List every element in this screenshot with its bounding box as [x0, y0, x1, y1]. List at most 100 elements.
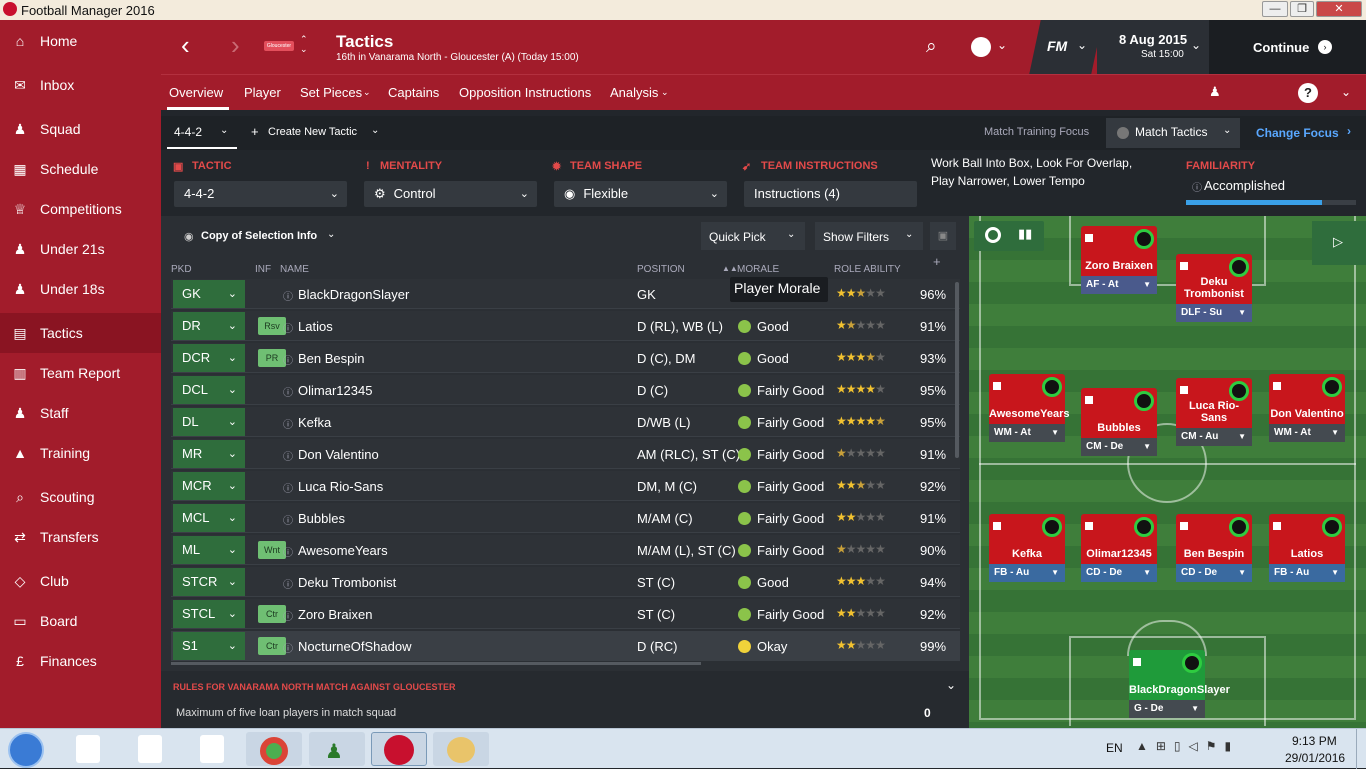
info-icon[interactable]: ⓘ: [283, 448, 293, 463]
rules-collapse-icon[interactable]: ⌄: [946, 678, 956, 692]
search-icon[interactable]: ⌕: [926, 36, 937, 58]
info-icon[interactable]: ⓘ: [283, 480, 293, 495]
player-card[interactable]: Don Valentino WM - At ▼: [1269, 374, 1345, 442]
role-select[interactable]: G - De ▼: [1129, 700, 1205, 718]
pitch-view-icon[interactable]: [985, 227, 1001, 243]
role-select[interactable]: CM - Au ▼: [1176, 428, 1252, 446]
tab-captains[interactable]: Captains: [388, 85, 439, 100]
view-select[interactable]: Copy of Selection Info: [201, 230, 317, 242]
tab-opposition-instructions[interactable]: Opposition Instructions: [459, 85, 591, 100]
player-card[interactable]: Bubbles CM - De ▼: [1081, 388, 1157, 456]
sidebar-item-staff[interactable]: ♟ Staff: [0, 393, 161, 433]
player-name[interactable]: Kefka: [298, 415, 331, 430]
col-morale[interactable]: MORALE: [737, 264, 779, 275]
col-inf[interactable]: INF: [255, 264, 271, 275]
col-pkd[interactable]: PKD: [171, 264, 192, 275]
player-name[interactable]: Luca Rio-Sans: [298, 479, 383, 494]
role-select[interactable]: FB - Au ▼: [1269, 564, 1345, 582]
help-icon[interactable]: ?: [1298, 83, 1318, 103]
player-name[interactable]: AwesomeYears: [298, 543, 388, 558]
pkd-select[interactable]: DCL ⌄: [173, 376, 245, 404]
col-role-ability[interactable]: ROLE ABILITY: [834, 264, 901, 275]
sidebar-item-competitions[interactable]: ♕ Competitions: [0, 189, 161, 229]
player-name[interactable]: Deku Trombonist: [298, 575, 396, 590]
player-card[interactable]: Deku Trombonist DLF - Su ▼: [1176, 254, 1252, 322]
document-icon[interactable]: [76, 735, 100, 763]
show-desktop-button[interactable]: [1356, 729, 1366, 769]
document-icon[interactable]: [200, 735, 224, 763]
player-name[interactable]: Bubbles: [298, 511, 345, 526]
player-card[interactable]: Latios FB - Au ▼: [1269, 514, 1345, 582]
tab-set-pieces[interactable]: Set Pieces: [300, 85, 362, 100]
sidebar-item-club[interactable]: ◇ Club: [0, 561, 161, 601]
table-row[interactable]: MR ⌄ ⓘ Don Valentino AM (RLC), ST (C) Fairly …: [171, 439, 960, 469]
tactic-select[interactable]: 4-4-2 ⌄: [174, 181, 347, 207]
player-card[interactable]: Ben Bespin CD - De ▼: [1176, 514, 1252, 582]
start-button[interactable]: [8, 732, 44, 768]
table-row[interactable]: STCR ⌄ ⓘ Deku Trombonist ST (C) Good ★★★★★ 94%: [171, 567, 960, 597]
pkd-select[interactable]: DCR ⌄: [173, 344, 245, 372]
info-icon[interactable]: ⓘ: [283, 416, 293, 431]
sidebar-item-training[interactable]: ▲ Training: [0, 433, 161, 473]
info-icon[interactable]: ⓘ: [283, 576, 293, 591]
tray-icons[interactable]: ▲⊞▯◁⚑▮: [1136, 739, 1239, 753]
role-select[interactable]: AF - At ▼: [1081, 276, 1157, 294]
clock-date[interactable]: 29/01/2016: [1285, 751, 1345, 765]
sidebar-item-tactics[interactable]: ▤ Tactics: [0, 313, 161, 353]
stats-view-icon[interactable]: ▮▮: [1018, 226, 1032, 242]
player-card[interactable]: BlackDragonSlayer G - De ▼: [1129, 650, 1230, 718]
info-icon[interactable]: ⓘ: [283, 320, 293, 335]
role-select[interactable]: CM - De ▼: [1081, 438, 1157, 456]
player-name[interactable]: Latios: [298, 319, 333, 334]
role-select[interactable]: CD - De ▼: [1081, 564, 1157, 582]
back-arrow-icon[interactable]: ‹: [181, 32, 190, 58]
table-row[interactable]: STCL ⌄ Ctr ⓘ Zoro Braixen ST (C) Fairly Good ★★…: [171, 599, 960, 629]
create-tactic-button[interactable]: Create New Tactic: [268, 126, 357, 138]
language-indicator[interactable]: EN: [1106, 741, 1123, 755]
list-scrollbar[interactable]: [955, 282, 959, 458]
player-card[interactable]: Kefka FB - Au ▼: [989, 514, 1065, 582]
info-icon[interactable]: ⓘ: [283, 512, 293, 527]
sidebar-item-finances[interactable]: £ Finances: [0, 641, 161, 681]
maximize-button[interactable]: ❐: [1290, 1, 1314, 17]
table-row[interactable]: MCL ⌄ ⓘ Bubbles M/AM (C) Fairly Good ★★★★★ 91%: [171, 503, 960, 533]
info-icon[interactable]: ⓘ: [283, 288, 293, 303]
tab-analysis[interactable]: Analysis: [610, 85, 658, 100]
player-name[interactable]: Olimar12345: [298, 383, 372, 398]
team-instructions-button[interactable]: Instructions (4): [744, 181, 917, 207]
player-card[interactable]: AwesomeYears WM - At ▼: [989, 374, 1070, 442]
col-position[interactable]: POSITION: [637, 264, 685, 275]
role-select[interactable]: FB - Au ▼: [989, 564, 1065, 582]
player-name[interactable]: Ben Bespin: [298, 351, 365, 366]
add-column-icon[interactable]: +: [933, 254, 941, 269]
globe-chevron-icon[interactable]: ⌄: [997, 38, 1007, 52]
table-row[interactable]: DCL ⌄ ⓘ Olimar12345 D (C) Fairly Good ★★★★★ 95%: [171, 375, 960, 405]
info-icon[interactable]: ⓘ: [283, 352, 293, 367]
sidebar-item-home[interactable]: ⌂ Home: [0, 21, 161, 61]
sidebar-item-squad[interactable]: ♟ Squad: [0, 109, 161, 149]
player-name[interactable]: Don Valentino: [298, 447, 379, 462]
col-name[interactable]: NAME: [280, 264, 309, 275]
sidebar-item-team-report[interactable]: ▥ Team Report: [0, 353, 161, 393]
pkd-select[interactable]: ML ⌄: [173, 536, 245, 564]
pkd-select[interactable]: GK ⌄: [173, 280, 245, 308]
table-row[interactable]: DR ⌄ Rsv ⓘ Latios D (RL), WB (L) Good ★★★★★ 91%: [171, 311, 960, 341]
sidebar-item-schedule[interactable]: ▦ Schedule: [0, 149, 161, 189]
table-row[interactable]: MCR ⌄ ⓘ Luca Rio-Sans DM, M (C) Fairly Good ★★…: [171, 471, 960, 501]
role-select[interactable]: WM - At ▼: [1269, 424, 1345, 442]
role-select[interactable]: DLF - Su ▼: [1176, 304, 1252, 322]
pkd-select[interactable]: MCL ⌄: [173, 504, 245, 532]
list-h-scrollbar[interactable]: [171, 662, 701, 665]
globe-icon[interactable]: [971, 37, 991, 57]
player-name[interactable]: BlackDragonSlayer: [298, 287, 409, 302]
player-card[interactable]: Luca Rio-Sans CM - Au ▼: [1176, 378, 1252, 446]
pkd-select[interactable]: DR ⌄: [173, 312, 245, 340]
sidebar-item-transfers[interactable]: ⇄ Transfers: [0, 517, 161, 557]
info-icon[interactable]: ⓘ: [283, 608, 293, 623]
info-icon[interactable]: ⓘ: [283, 384, 293, 399]
table-row[interactable]: DL ⌄ ⓘ Kefka D/WB (L) Fairly Good ★★★★★ 95%: [171, 407, 960, 437]
sidebar-item-under-21s[interactable]: ♟ Under 21s: [0, 229, 161, 269]
info-icon[interactable]: ⓘ: [283, 640, 293, 655]
pkd-select[interactable]: DL ⌄: [173, 408, 245, 436]
player-card[interactable]: Olimar12345 CD - De ▼: [1081, 514, 1157, 582]
